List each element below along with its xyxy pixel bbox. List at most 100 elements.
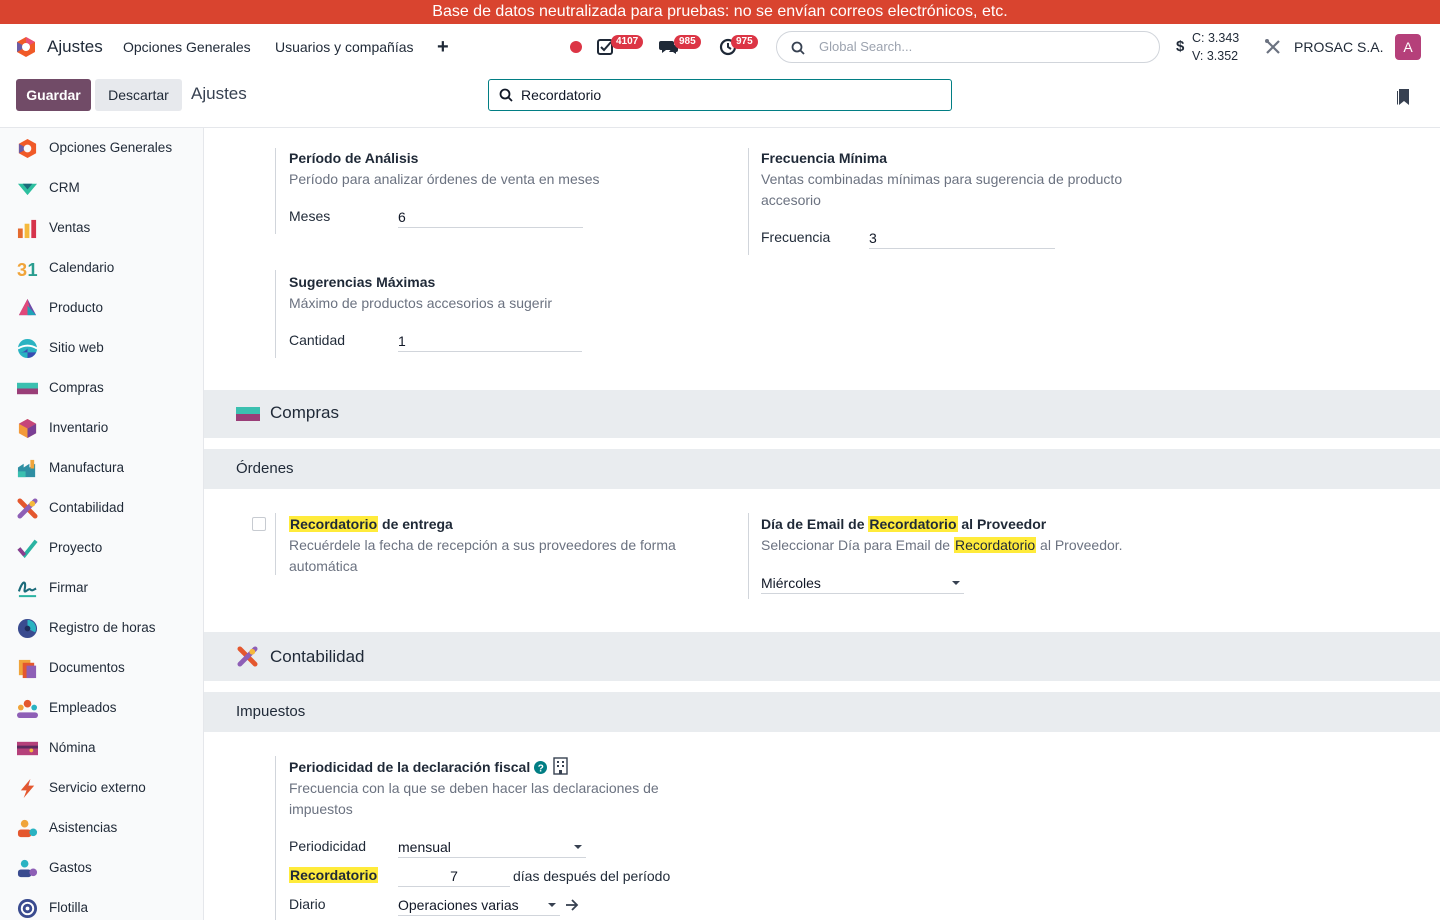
sidebar-item-manufactura[interactable]: Manufactura xyxy=(0,448,203,488)
top-navbar: Ajustes Opciones Generales Usuarios y co… xyxy=(0,24,1440,70)
sidebar-item-label: Opciones Generales xyxy=(49,140,173,155)
calendar-app-icon: 31 xyxy=(17,260,38,279)
add-menu-button[interactable]: + xyxy=(437,24,449,70)
sidebar-item-gastos[interactable]: Gastos xyxy=(0,848,203,888)
rate-v: V: 3.352 xyxy=(1192,49,1239,63)
sidebar-item-asistencias[interactable]: Asistencias xyxy=(0,808,203,848)
sidebar-item-contabilidad[interactable]: Contabilidad xyxy=(0,488,203,528)
chevron-down-icon xyxy=(952,581,960,585)
vendor-email-reminder-desc: Seleccionar Día para Email de Recordator… xyxy=(761,535,1123,556)
sidebar-item-opciones-generales[interactable]: Opciones Generales xyxy=(0,128,203,168)
purchase-app-icon xyxy=(17,382,38,395)
save-button[interactable]: Guardar xyxy=(16,79,91,111)
sidebar-item-nomina[interactable]: Nómina xyxy=(0,728,203,768)
bookmark-icon[interactable] xyxy=(1396,88,1412,106)
vendor-email-title-pre: Día de Email de xyxy=(761,516,869,532)
global-search-input[interactable]: Global Search... xyxy=(776,31,1160,63)
setting-divider xyxy=(275,270,276,358)
reminder-days-value: 7 xyxy=(450,868,458,884)
min-frequency-desc-line1: Ventas combinadas mínimas para sugerenci… xyxy=(761,171,1123,187)
help-icon[interactable]: ? xyxy=(534,761,547,774)
sidebar-item-label: Producto xyxy=(49,300,104,315)
analysis-period-title: Período de Análisis xyxy=(289,150,419,166)
activity-badge: 4107 xyxy=(611,35,644,49)
company-switcher[interactable]: PROSAC S.A. xyxy=(1294,24,1383,70)
app-title[interactable]: Ajustes xyxy=(47,24,103,70)
subsection-title: Impuestos xyxy=(236,703,306,720)
svg-text:?: ? xyxy=(538,764,544,775)
svg-text:1: 1 xyxy=(28,260,38,279)
settings-search-input[interactable]: Recordatorio xyxy=(488,79,952,111)
rate-c: C: 3.343 xyxy=(1192,31,1240,45)
chevron-down-icon xyxy=(548,903,556,907)
user-avatar[interactable]: A xyxy=(1395,34,1421,60)
reminder-days-input[interactable]: 7 xyxy=(398,865,510,887)
setting-divider xyxy=(748,513,749,599)
sidebar-item-ventas[interactable]: Ventas xyxy=(0,208,203,248)
email-day-value: Miércoles xyxy=(761,575,821,591)
settings-search-value: Recordatorio xyxy=(521,87,602,103)
project-app-icon xyxy=(17,539,38,559)
arrow-right-icon[interactable] xyxy=(565,899,579,911)
sidebar-item-firmar[interactable]: Firmar xyxy=(0,568,203,608)
inventory-app-icon xyxy=(18,418,37,439)
messages-badge: 985 xyxy=(674,35,701,49)
sidebar-item-flotilla[interactable]: Flotilla xyxy=(0,888,203,920)
sidebar-item-label: Calendario xyxy=(49,260,115,275)
status-dot-icon[interactable] xyxy=(570,41,582,53)
sidebar-item-servicio-externo[interactable]: Servicio externo xyxy=(0,768,203,808)
quantity-value: 1 xyxy=(398,333,406,349)
periodicity-select[interactable]: mensual xyxy=(398,836,586,858)
reminder-days-suffix: días después del período xyxy=(513,868,671,884)
product-app-icon xyxy=(18,298,37,316)
expenses-app-icon xyxy=(17,859,38,878)
email-day-select[interactable]: Miércoles xyxy=(761,572,964,594)
search-highlight: Recordatorio xyxy=(289,867,379,883)
sidebar-item-empleados[interactable]: Empleados xyxy=(0,688,203,728)
journal-value: Operaciones varias xyxy=(398,897,519,913)
tax-periodicity-desc-line1: Frecuencia con la que se deben hacer las… xyxy=(289,780,659,796)
journal-select[interactable]: Operaciones varias xyxy=(398,894,560,916)
settings-app-icon[interactable] xyxy=(15,36,37,58)
sidebar-item-compras[interactable]: Compras xyxy=(0,368,203,408)
min-frequency-desc-line2: accesorio xyxy=(761,192,821,208)
accounting-app-icon xyxy=(17,498,38,519)
menu-usuarios-companias[interactable]: Usuarios y compañías xyxy=(275,24,414,70)
vendor-email-reminder-title: Día de Email de Recordatorio al Proveedo… xyxy=(761,516,1046,532)
sidebar-item-label: Servicio externo xyxy=(49,780,146,795)
currency-icon[interactable]: $ xyxy=(1176,24,1184,70)
purchase-app-icon xyxy=(236,407,260,421)
neutralized-db-banner: Base de datos neutralizada para pruebas:… xyxy=(0,0,1440,24)
sidebar-item-documentos[interactable]: Documentos xyxy=(0,648,203,688)
svg-text:3: 3 xyxy=(17,260,27,279)
min-frequency-desc: Ventas combinadas mínimas para sugerenci… xyxy=(761,169,1122,211)
sidebar-item-crm[interactable]: CRM xyxy=(0,168,203,208)
min-frequency-title: Frecuencia Mínima xyxy=(761,150,888,166)
settings-app-icon xyxy=(18,138,37,159)
setting-divider xyxy=(275,148,276,234)
delivery-reminder-desc: Recuérdele la fecha de recepción a sus p… xyxy=(289,535,676,577)
sidebar-item-proyecto[interactable]: Proyecto xyxy=(0,528,203,568)
frequency-input[interactable]: 3 xyxy=(869,227,1055,249)
sidebar-item-calendario[interactable]: 31 Calendario xyxy=(0,248,203,288)
section-contabilidad: Contabilidad xyxy=(204,632,1440,681)
sidebar-item-inventario[interactable]: Inventario xyxy=(0,408,203,448)
global-search-placeholder: Global Search... xyxy=(819,39,913,54)
sidebar-item-producto[interactable]: Producto xyxy=(0,288,203,328)
quantity-input[interactable]: 1 xyxy=(398,330,582,352)
months-input[interactable]: 6 xyxy=(398,206,583,228)
vendor-email-desc-post: al Proveedor. xyxy=(1036,537,1123,553)
analysis-period-desc: Período para analizar órdenes de venta e… xyxy=(289,171,600,187)
sidebar-item-registro-horas[interactable]: Registro de horas xyxy=(0,608,203,648)
delivery-reminder-checkbox[interactable] xyxy=(252,517,266,531)
subsection-ordenes: Órdenes xyxy=(204,449,1440,489)
sidebar-item-label: Documentos xyxy=(49,660,125,675)
employees-app-icon xyxy=(17,699,38,719)
tools-icon[interactable] xyxy=(1263,37,1283,57)
menu-opciones-generales[interactable]: Opciones Generales xyxy=(123,24,251,70)
attendances-app-icon xyxy=(17,819,38,838)
settings-sidebar: Opciones Generales CRM Ventas 31 Calenda… xyxy=(0,128,204,920)
sidebar-item-sitio-web[interactable]: Sitio web xyxy=(0,328,203,368)
sidebar-item-label: Compras xyxy=(49,380,104,395)
discard-button[interactable]: Descartar xyxy=(95,79,182,111)
